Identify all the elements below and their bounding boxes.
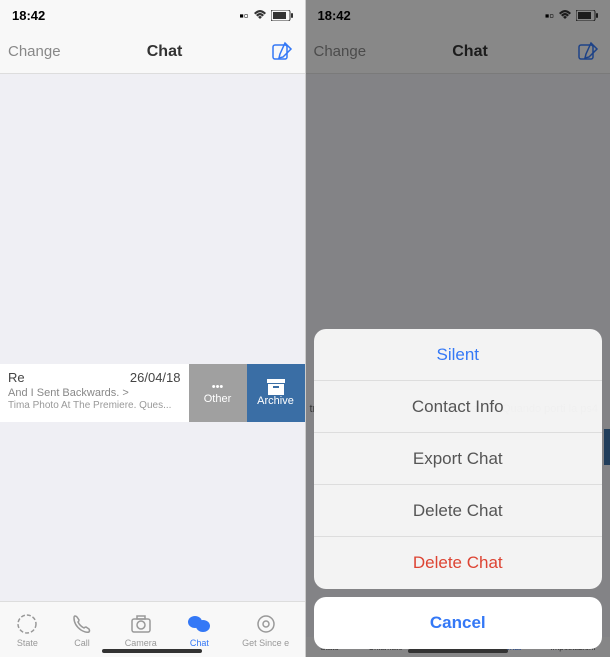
- status-bar: 18:42 ▪▫: [306, 0, 610, 30]
- wifi-icon: [558, 9, 572, 21]
- chat-date: 26/04/18: [130, 370, 181, 385]
- nav-title: Chat: [452, 43, 488, 61]
- sheet-export-chat-button[interactable]: Export Chat: [314, 433, 603, 485]
- battery-icon: [271, 10, 293, 21]
- signal-icon: ▪▫: [545, 8, 554, 23]
- sheet-cancel-button[interactable]: Cancel: [314, 597, 603, 649]
- camera-icon: [129, 612, 153, 636]
- gear-icon: [254, 612, 278, 636]
- chat-row[interactable]: Re 26/04/18 And I Sent Backwards. > Tima…: [0, 364, 305, 422]
- chat-row-main[interactable]: Re 26/04/18 And I Sent Backwards. > Tima…: [0, 364, 189, 422]
- swipe-other-button[interactable]: ••• Other: [189, 364, 247, 422]
- status-time: 18:42: [12, 8, 45, 23]
- nav-bar: Change Chat: [306, 30, 610, 74]
- nav-edit-button[interactable]: Change: [314, 43, 367, 60]
- signal-icon: ▪▫: [239, 8, 248, 23]
- tab-camera-label: Camera: [125, 638, 157, 648]
- status-bar: 18:42 ▪▫: [0, 0, 305, 30]
- chat-list-content: Re 26/04/18 And I Sent Backwards. > Tima…: [0, 74, 305, 601]
- status-right: ▪▫: [239, 8, 292, 23]
- swipe-archive-button[interactable]: Archive: [247, 364, 305, 422]
- nav-edit-button[interactable]: Change: [8, 43, 61, 60]
- wifi-icon: [253, 9, 267, 21]
- phone-right-action-sheet-view: 18:42 ▪▫ Change Chat tr We Rosano. Quand…: [306, 0, 610, 657]
- tab-state-label: State: [17, 638, 38, 648]
- tab-camera[interactable]: Camera: [125, 612, 157, 648]
- chat-preview-line1: And I Sent Backwards. >: [8, 387, 181, 400]
- home-indicator[interactable]: [408, 649, 508, 653]
- sheet-contact-info-button[interactable]: Contact Info: [314, 381, 603, 433]
- nav-title: Chat: [147, 43, 183, 61]
- action-sheet: Silent Contact Info Export Chat Delete C…: [314, 329, 603, 649]
- chat-preview-line2: Tima Photo At The Premiere. Ques...: [8, 400, 181, 412]
- tab-chat-label: Chat: [190, 638, 209, 648]
- compose-button[interactable]: [268, 38, 296, 66]
- tab-call-label: Call: [74, 638, 90, 648]
- sheet-delete-chat-button[interactable]: Delete Chat: [314, 485, 603, 537]
- archive-icon: [267, 379, 285, 395]
- tab-chat[interactable]: Chat: [187, 612, 211, 648]
- battery-icon: [576, 10, 598, 21]
- tab-settings-label: Get Since e: [242, 638, 289, 648]
- swipe-archive-label: Archive: [257, 395, 294, 407]
- chat-bubbles-icon: [187, 612, 211, 636]
- tab-call[interactable]: Call: [70, 612, 94, 648]
- action-sheet-group: Silent Contact Info Export Chat Delete C…: [314, 329, 603, 589]
- status-circle-icon: [15, 612, 39, 636]
- chat-name: Re: [8, 370, 25, 385]
- compose-icon: [577, 41, 599, 63]
- home-indicator[interactable]: [102, 649, 202, 653]
- nav-bar: Change Chat: [0, 30, 305, 74]
- phone-icon: [70, 612, 94, 636]
- swipe-other-label: Other: [204, 393, 232, 405]
- sheet-delete-chat-button-2[interactable]: Delete Chat: [314, 537, 603, 589]
- peek-archive-edge: [604, 429, 610, 465]
- status-right: ▪▫: [545, 8, 598, 23]
- compose-button[interactable]: [574, 38, 602, 66]
- phone-left-swipe-view: 18:42 ▪▫ Change Chat Re 26/04/18: [0, 0, 306, 657]
- compose-icon: [271, 41, 293, 63]
- status-time: 18:42: [318, 8, 351, 23]
- tab-settings[interactable]: Get Since e: [242, 612, 289, 648]
- sheet-silent-button[interactable]: Silent: [314, 329, 603, 381]
- ellipsis-icon: •••: [212, 381, 224, 393]
- tab-state[interactable]: State: [15, 612, 39, 648]
